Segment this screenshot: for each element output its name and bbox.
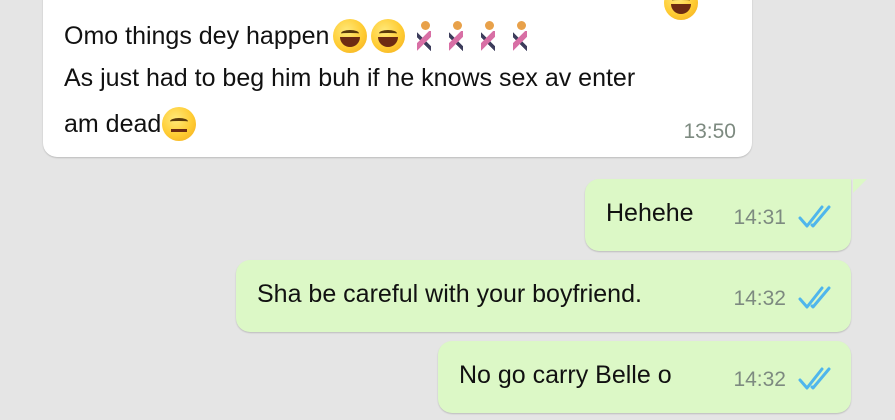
double-check-read-icon [798, 205, 831, 228]
message-line: As just had to beg him buh if he knows s… [64, 63, 635, 93]
message-line: am dead [64, 107, 197, 141]
double-check-read-icon [798, 286, 831, 309]
outgoing-message-bubble[interactable]: Hehehe 14:31 [585, 179, 851, 251]
message-text: am dead [64, 110, 162, 138]
message-line: Omo things dey happen [64, 19, 533, 53]
woman-running-emoji-icon [475, 19, 501, 53]
message-text: Omo things dey happen [64, 22, 330, 50]
double-check-read-icon [798, 367, 831, 390]
tears-of-joy-emoji-icon [371, 19, 406, 53]
bubble-tail [853, 179, 867, 193]
expressionless-emoji-icon [162, 107, 197, 141]
outgoing-message-bubble[interactable]: Sha be careful with your boyfriend. 14:3… [236, 260, 851, 332]
incoming-message-bubble[interactable]: Omo things dey happen As just had to beg… [43, 0, 752, 157]
woman-running-emoji-icon [443, 19, 469, 53]
grinning-sweat-emoji-icon [333, 19, 368, 53]
message-timestamp: 14:31 [733, 206, 786, 229]
message-timestamp: 13:50 [683, 120, 736, 143]
message-text: Hehehe [606, 199, 694, 227]
message-text: Sha be careful with your boyfriend. [257, 280, 642, 308]
message-timestamp: 14:32 [733, 368, 786, 391]
woman-running-emoji-icon [411, 19, 437, 53]
emoji-icon [664, 0, 698, 20]
woman-running-emoji-icon [507, 19, 533, 53]
message-text: As just had to beg him buh if he knows s… [64, 64, 636, 92]
message-text: No go carry Belle o [459, 361, 672, 389]
outgoing-message-bubble[interactable]: No go carry Belle o 14:32 [438, 341, 851, 413]
message-timestamp: 14:32 [733, 287, 786, 310]
